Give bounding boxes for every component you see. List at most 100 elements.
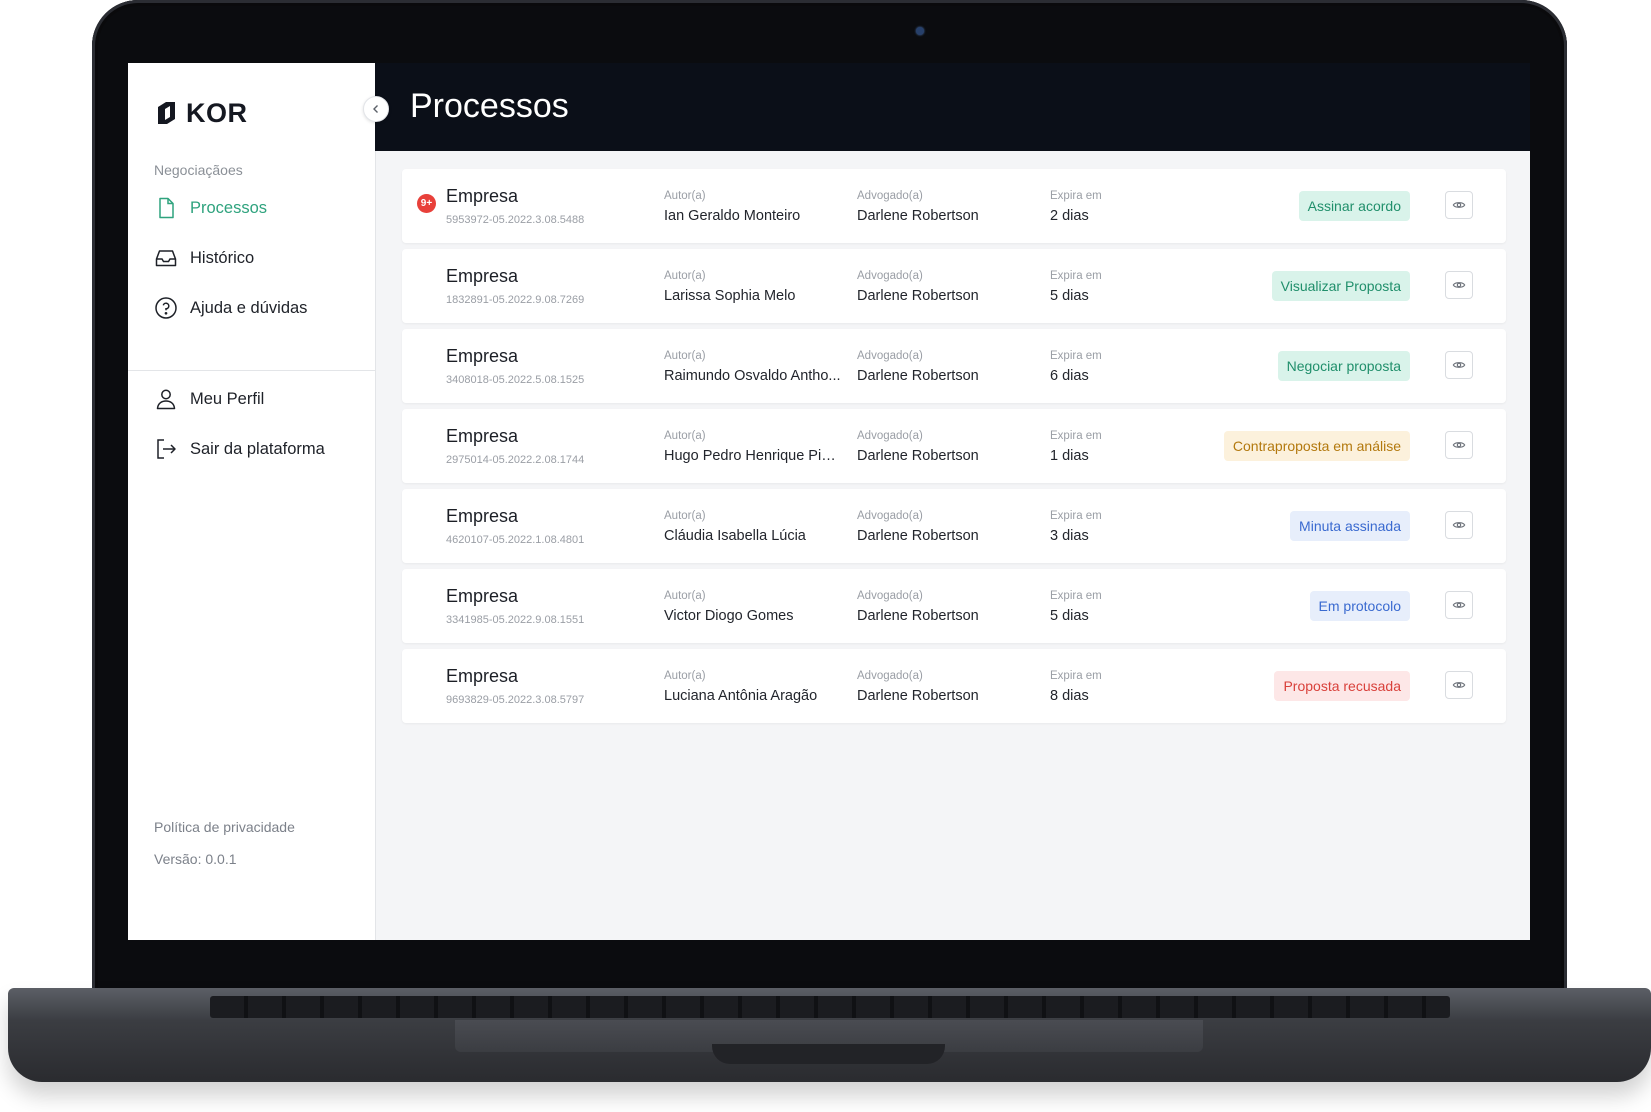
view-process-button[interactable] bbox=[1445, 271, 1473, 299]
author-label: Autor(a) bbox=[664, 350, 706, 362]
view-process-button[interactable] bbox=[1445, 431, 1473, 459]
sidebar-item-processos[interactable]: Processos bbox=[154, 196, 267, 220]
author-label: Autor(a) bbox=[664, 270, 706, 282]
author-column: Autor(a) Raimundo Osvaldo Antho... bbox=[664, 350, 842, 384]
company-name: Empresa bbox=[446, 666, 519, 686]
lawyer-column: Advogado(a) Darlene Robertson bbox=[857, 430, 1027, 464]
expires-column: Expira em 2 dias bbox=[1050, 190, 1170, 224]
document-icon bbox=[159, 197, 174, 219]
author-column: Autor(a) Larissa Sophia Melo bbox=[664, 270, 842, 304]
lawyer-column: Advogado(a) Darlene Robertson bbox=[857, 510, 1027, 544]
expires-column: Expira em 5 dias bbox=[1050, 590, 1170, 624]
logout-icon bbox=[157, 439, 176, 459]
author-name: Cláudia Isabella Lúcia bbox=[664, 528, 806, 544]
view-process-button[interactable] bbox=[1445, 591, 1473, 619]
sidebar-item-meu-perfil[interactable]: Meu Perfil bbox=[154, 387, 264, 411]
process-row[interactable]: 9+ Empresa 5953972-05.2022.3.08.5488 Autor(… bbox=[402, 169, 1506, 243]
sidebar-item-label: Ajuda e dúvidas bbox=[190, 298, 308, 317]
process-number: 2975014-05.2022.2.08.1744 bbox=[446, 454, 585, 466]
sidebar: KOR Negociaçãoes Processos Histórico Aju… bbox=[128, 63, 376, 940]
lawyer-name: Darlene Robertson bbox=[857, 288, 979, 304]
company-name: Empresa bbox=[446, 266, 519, 286]
view-process-button[interactable] bbox=[1445, 191, 1473, 219]
view-process-button[interactable] bbox=[1445, 671, 1473, 699]
collapse-sidebar-button[interactable] bbox=[363, 96, 389, 122]
privacy-policy-link[interactable]: Política de privacidade bbox=[154, 819, 295, 835]
laptop-notch bbox=[712, 1044, 945, 1064]
expires-value: 5 dias bbox=[1050, 608, 1089, 624]
author-label: Autor(a) bbox=[664, 670, 706, 682]
page-title: Processos bbox=[410, 87, 569, 125]
lawyer-name: Darlene Robertson bbox=[857, 448, 979, 464]
status-action-button[interactable]: Visualizar Proposta bbox=[1271, 271, 1410, 301]
author-column: Autor(a) Luciana Antônia Aragão bbox=[664, 670, 842, 704]
process-number: 5953972-05.2022.3.08.5488 bbox=[446, 214, 585, 226]
sidebar-item-label: Meu Perfil bbox=[190, 389, 265, 408]
view-process-button[interactable] bbox=[1445, 351, 1473, 379]
process-row[interactable]: Empresa 2975014-05.2022.2.08.1744 Autor(a)… bbox=[402, 409, 1506, 483]
eye-icon bbox=[1452, 682, 1466, 688]
expires-value: 6 dias bbox=[1050, 368, 1089, 384]
status-action-button[interactable]: Contraproposta em análise bbox=[1223, 431, 1410, 461]
version-text: Versão: 0.0.1 bbox=[154, 851, 237, 867]
author-name: Luciana Antônia Aragão bbox=[664, 688, 818, 704]
lawyer-label: Advogado(a) bbox=[857, 190, 923, 202]
company-name: Empresa bbox=[446, 506, 519, 526]
inbox-icon bbox=[155, 250, 177, 267]
author-label: Autor(a) bbox=[664, 510, 706, 522]
expires-label: Expira em bbox=[1050, 350, 1102, 362]
author-name: Ian Geraldo Monteiro bbox=[664, 208, 801, 224]
process-row[interactable]: Empresa 1832891-05.2022.9.08.7269 Autor(a)… bbox=[402, 249, 1506, 323]
author-name: Victor Diogo Gomes bbox=[664, 608, 794, 624]
nav-section-label: Negociaçãoes bbox=[154, 162, 243, 178]
sidebar-item-historico[interactable]: Histórico bbox=[154, 246, 254, 270]
author-label: Autor(a) bbox=[664, 190, 706, 202]
status-action-button[interactable]: Proposta recusada bbox=[1274, 671, 1410, 701]
logo: KOR bbox=[154, 98, 248, 129]
lawyer-label: Advogado(a) bbox=[857, 510, 923, 522]
lawyer-name: Darlene Robertson bbox=[857, 688, 979, 704]
logo-text: KOR bbox=[186, 98, 248, 128]
expires-column: Expira em 3 dias bbox=[1050, 510, 1170, 544]
notification-badge: 9+ bbox=[417, 194, 436, 213]
eye-icon bbox=[1452, 602, 1466, 608]
expires-label: Expira em bbox=[1050, 430, 1102, 442]
eye-icon bbox=[1452, 442, 1466, 448]
sidebar-item-label: Sair da plataforma bbox=[190, 439, 325, 458]
company-name: Empresa bbox=[446, 186, 519, 206]
expires-label: Expira em bbox=[1050, 270, 1102, 282]
sidebar-item-sair[interactable]: Sair da plataforma bbox=[154, 437, 325, 461]
author-column: Autor(a) Cláudia Isabella Lúcia bbox=[664, 510, 842, 544]
author-column: Autor(a) Ian Geraldo Monteiro bbox=[664, 190, 842, 224]
page-header: Processos bbox=[375, 63, 1530, 151]
process-row[interactable]: Empresa 4620107-05.2022.1.08.4801 Autor(a)… bbox=[402, 489, 1506, 563]
company-name: Empresa bbox=[446, 346, 519, 366]
process-number: 3341985-05.2022.9.08.1551 bbox=[446, 614, 585, 626]
lawyer-name: Darlene Robertson bbox=[857, 368, 979, 384]
expires-column: Expira em 5 dias bbox=[1050, 270, 1170, 304]
sidebar-item-ajuda[interactable]: Ajuda e dúvidas bbox=[154, 296, 307, 320]
process-number: 1832891-05.2022.9.08.7269 bbox=[446, 294, 585, 306]
expires-label: Expira em bbox=[1050, 590, 1102, 602]
lawyer-name: Darlene Robertson bbox=[857, 208, 979, 224]
author-label: Autor(a) bbox=[664, 590, 706, 602]
process-row[interactable]: Empresa 3341985-05.2022.9.08.1551 Autor(a)… bbox=[402, 569, 1506, 643]
status-action-button[interactable]: Assinar acordo bbox=[1298, 191, 1410, 221]
help-circle-icon bbox=[155, 297, 177, 319]
status-action-button[interactable]: Minuta assinada bbox=[1290, 511, 1410, 541]
process-row[interactable]: Empresa 9693829-05.2022.3.08.5797 Autor(a)… bbox=[402, 649, 1506, 723]
view-process-button[interactable] bbox=[1445, 511, 1473, 539]
expires-column: Expira em 8 dias bbox=[1050, 670, 1170, 704]
lawyer-column: Advogado(a) Darlene Robertson bbox=[857, 190, 1027, 224]
expires-value: 5 dias bbox=[1050, 288, 1089, 304]
eye-icon bbox=[1452, 202, 1466, 208]
process-number: 9693829-05.2022.3.08.5797 bbox=[446, 694, 585, 706]
status-action-button[interactable]: Negociar proposta bbox=[1277, 351, 1410, 381]
expires-value: 1 dias bbox=[1050, 448, 1089, 464]
process-row[interactable]: Empresa 3408018-05.2022.5.08.1525 Autor(a)… bbox=[402, 329, 1506, 403]
process-list: 9+ Empresa 5953972-05.2022.3.08.5488 Autor(… bbox=[402, 169, 1506, 729]
camera bbox=[916, 27, 924, 35]
lawyer-column: Advogado(a) Darlene Robertson bbox=[857, 270, 1027, 304]
expires-value: 3 dias bbox=[1050, 528, 1089, 544]
status-action-button[interactable]: Em protocolo bbox=[1309, 591, 1410, 621]
